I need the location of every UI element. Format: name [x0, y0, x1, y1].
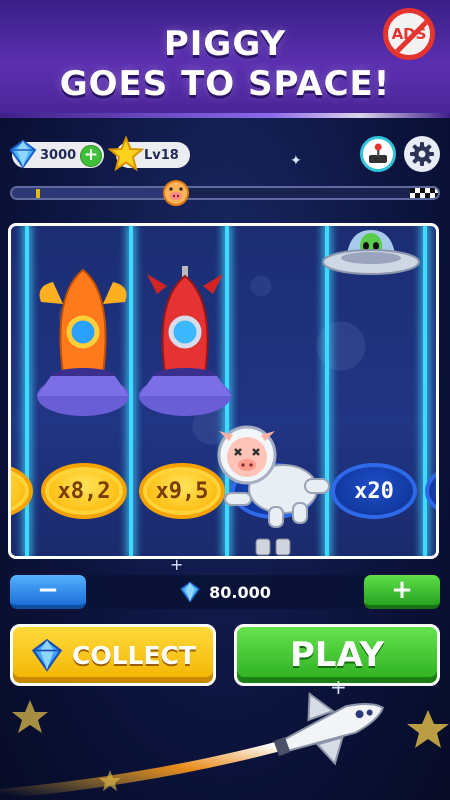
multiplier-coin: x8,2 — [41, 463, 127, 519]
alien-ufo-icon — [322, 230, 420, 275]
add-gems-button[interactable]: + — [80, 145, 102, 167]
game-title-line2: GOES TO SPACE! — [59, 64, 391, 104]
plus-label: + — [391, 575, 413, 605]
collect-label: COLLECT — [72, 640, 196, 670]
multiplier-coin-partial — [425, 463, 436, 519]
sparkle-icon: + — [330, 675, 347, 699]
bet-value-text: 80.000 — [209, 582, 271, 602]
star-icon — [108, 136, 144, 172]
gem-count: 3000 — [40, 147, 77, 163]
no-ads-label: ADS — [391, 25, 427, 43]
multiplier-coin-partial — [11, 463, 33, 519]
play-label: PLAY — [289, 635, 385, 675]
orange-rocket-icon — [37, 268, 129, 416]
boots-icon — [255, 538, 291, 556]
joystick-icon — [369, 143, 387, 163]
no-ads-button[interactable]: ADS — [383, 8, 435, 60]
pig-progress-icon — [163, 180, 189, 206]
gem-icon — [180, 581, 200, 603]
multiplier-label: x9,5 — [155, 478, 209, 504]
multiplier-coin: x20 — [331, 463, 417, 519]
gem-icon — [31, 638, 63, 672]
level-badge: Lv18 — [108, 136, 190, 172]
sparkle-icon: + — [170, 555, 184, 574]
settings-button[interactable] — [404, 136, 440, 172]
lane-divider — [423, 226, 427, 556]
space-shuttle-scene — [0, 692, 449, 799]
level-text: Lv18 — [144, 147, 179, 163]
title-banner: PIGGY GOES TO SPACE! — [0, 0, 450, 118]
increase-bet-button[interactable]: + — [364, 575, 440, 609]
minus-label: − — [37, 575, 59, 605]
multiplier-label: x20 — [354, 478, 394, 504]
collect-button[interactable]: COLLECT — [10, 624, 216, 686]
gear-icon — [410, 142, 434, 166]
progress-start-marker — [36, 189, 40, 198]
bet-bar: 80.000 − + — [10, 575, 440, 609]
multiplier-label: x8,2 — [57, 478, 111, 504]
decrease-bet-button[interactable]: − — [10, 575, 86, 609]
finish-flag-icon — [410, 188, 438, 198]
astronaut-pig-icon — [217, 425, 330, 528]
red-rocket-icon — [139, 266, 231, 416]
gem-balance: 3000 + — [9, 139, 104, 169]
game-playfield[interactable]: x8,2 x9,5 x20 — [8, 223, 439, 559]
gem-icon — [9, 139, 37, 169]
joystick-button[interactable] — [360, 136, 396, 172]
level-progress-track — [10, 186, 440, 200]
sparkle-icon: ✦ — [290, 153, 302, 169]
